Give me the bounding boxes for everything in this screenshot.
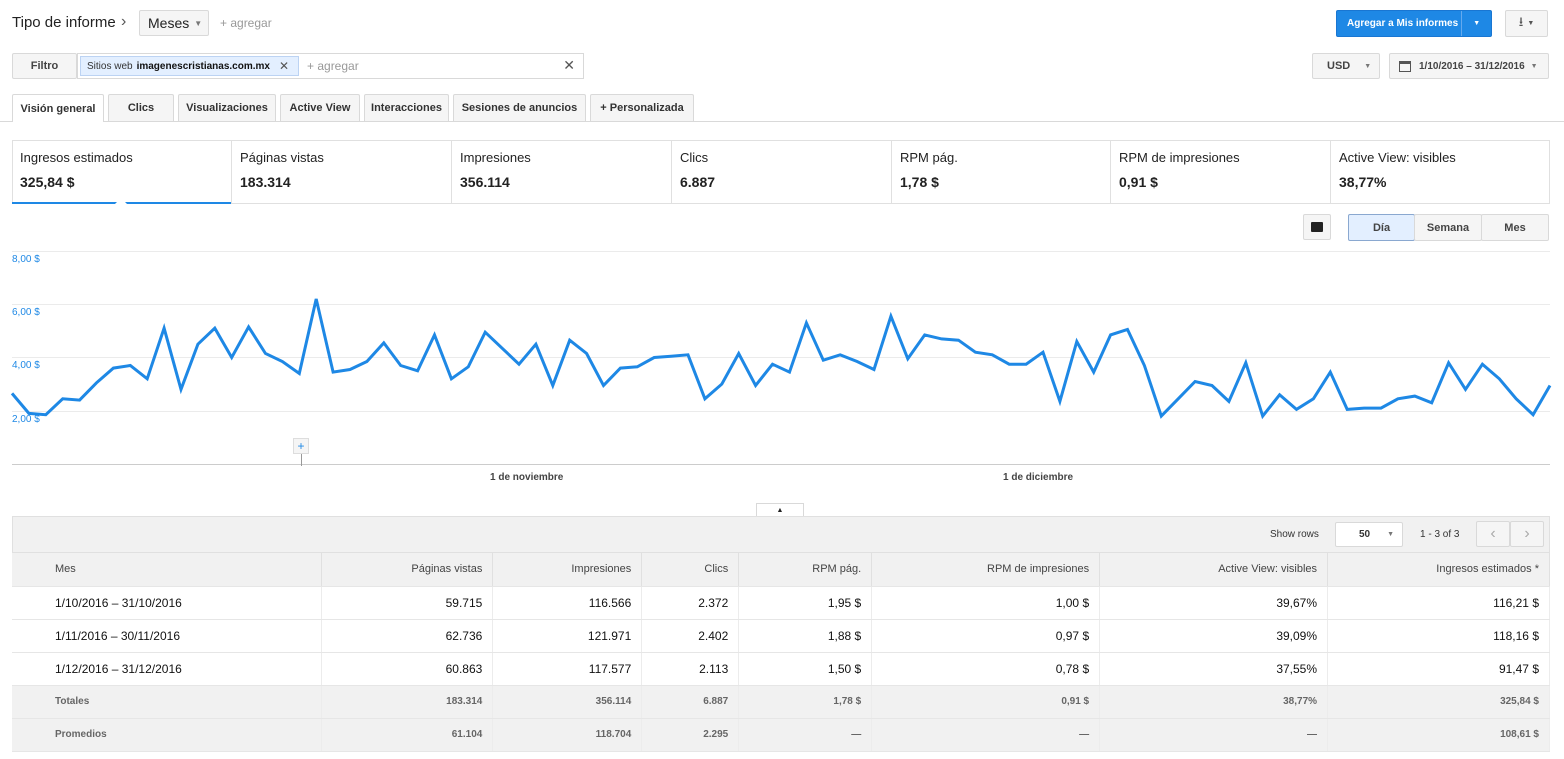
averages-cell: — (871, 718, 1101, 752)
column-header[interactable]: Ingresos estimados * (1327, 553, 1550, 587)
page-views-cell: 62.736 (321, 619, 494, 653)
page-views-cell: 59.715 (321, 586, 494, 620)
annotation-marker-stem (301, 454, 302, 466)
page-views-cell: 60.863 (321, 652, 494, 686)
table-row: 1/11/2016 – 30/11/2016 62.736 121.971 2.… (12, 619, 1550, 653)
page-rpm-cell: 1,50 $ (738, 652, 873, 686)
active-view-cell: 39,09% (1099, 619, 1329, 653)
impression-rpm-cell: 0,97 $ (871, 619, 1101, 653)
rows-value: 50 (1359, 529, 1371, 540)
clicks-cell: 2.402 (641, 619, 740, 653)
averages-cell: 108,61 $ (1327, 718, 1550, 752)
averages-cell: — (738, 718, 873, 752)
impressions-cell: 116.566 (492, 586, 643, 620)
averages-cell: 61.104 (321, 718, 494, 752)
chevron-down-icon: ▼ (1387, 531, 1395, 538)
next-page-button[interactable]: › (1510, 521, 1544, 547)
x-tick-label: 1 de noviembre (490, 472, 564, 483)
page-rpm-cell: 1,88 $ (738, 619, 873, 653)
series-line[interactable] (10, 298, 1552, 420)
table-toolbar (12, 516, 1550, 553)
month-cell: 1/12/2016 – 31/12/2016 (12, 652, 323, 686)
totals-cell: 38,77% (1099, 685, 1329, 719)
x-tick-label: 1 de diciembre (1003, 472, 1074, 483)
month-cell: 1/10/2016 – 31/10/2016 (12, 586, 323, 620)
column-header[interactable]: Mes (12, 553, 323, 587)
table-row: 1/10/2016 – 31/10/2016 59.715 116.566 2.… (12, 586, 1550, 620)
totals-cell: 1,78 $ (738, 685, 873, 719)
column-header[interactable]: Páginas vistas (321, 553, 494, 587)
column-header[interactable]: Impresiones (492, 553, 643, 587)
clicks-cell: 2.113 (641, 652, 740, 686)
triangle-up-icon: ▲ (776, 507, 784, 514)
add-annotation-marker[interactable]: + (293, 438, 309, 454)
averages-cell: — (1099, 718, 1329, 752)
tab-overview[interactable]: Visión general (12, 94, 104, 122)
page-rpm-cell: 1,95 $ (738, 586, 873, 620)
totals-cell: 6.887 (641, 685, 740, 719)
totals-cell: 0,91 $ (871, 685, 1101, 719)
impressions-cell: 121.971 (492, 619, 643, 653)
earnings-line-chart[interactable] (0, 0, 1564, 480)
averages-row: Promedios 61.104 118.704 2.295 — — — 108… (12, 718, 1550, 752)
impressions-cell: 117.577 (492, 652, 643, 686)
totals-cell: 356.114 (492, 685, 643, 719)
earnings-cell: 116,21 $ (1327, 586, 1550, 620)
totals-cell: 183.314 (321, 685, 494, 719)
pagination-info: 1 - 3 of 3 (1420, 529, 1460, 540)
averages-label: Promedios (12, 718, 323, 752)
table-row: 1/12/2016 – 31/12/2016 60.863 117.577 2.… (12, 652, 1550, 686)
totals-cell: 325,84 $ (1327, 685, 1550, 719)
earnings-cell: 118,16 $ (1327, 619, 1550, 653)
totals-label: Totales (12, 685, 323, 719)
report-table: Mes Páginas vistas Impresiones Clics RPM… (12, 553, 1550, 752)
table-header-row: Mes Páginas vistas Impresiones Clics RPM… (12, 553, 1550, 587)
chevron-right-icon: › (1524, 525, 1530, 542)
column-header[interactable]: Clics (641, 553, 740, 587)
impression-rpm-cell: 1,00 $ (871, 586, 1101, 620)
active-view-cell: 37,55% (1099, 652, 1329, 686)
show-rows-label: Show rows (1270, 529, 1319, 540)
earnings-cell: 91,47 $ (1327, 652, 1550, 686)
active-view-cell: 39,67% (1099, 586, 1329, 620)
rows-per-page-dropdown[interactable]: 50 ▼ (1335, 522, 1403, 547)
column-header[interactable]: RPM de impresiones (871, 553, 1101, 587)
clicks-cell: 2.372 (641, 586, 740, 620)
chevron-left-icon: ‹ (1490, 525, 1496, 542)
column-header[interactable]: RPM pág. (738, 553, 873, 587)
collapse-chart-toggle[interactable]: ▲ (756, 503, 804, 517)
averages-cell: 2.295 (641, 718, 740, 752)
averages-cell: 118.704 (492, 718, 643, 752)
totals-row: Totales 183.314 356.114 6.887 1,78 $ 0,9… (12, 685, 1550, 719)
column-header[interactable]: Active View: visibles (1099, 553, 1329, 587)
impression-rpm-cell: 0,78 $ (871, 652, 1101, 686)
month-cell: 1/11/2016 – 30/11/2016 (12, 619, 323, 653)
prev-page-button[interactable]: ‹ (1476, 521, 1510, 547)
